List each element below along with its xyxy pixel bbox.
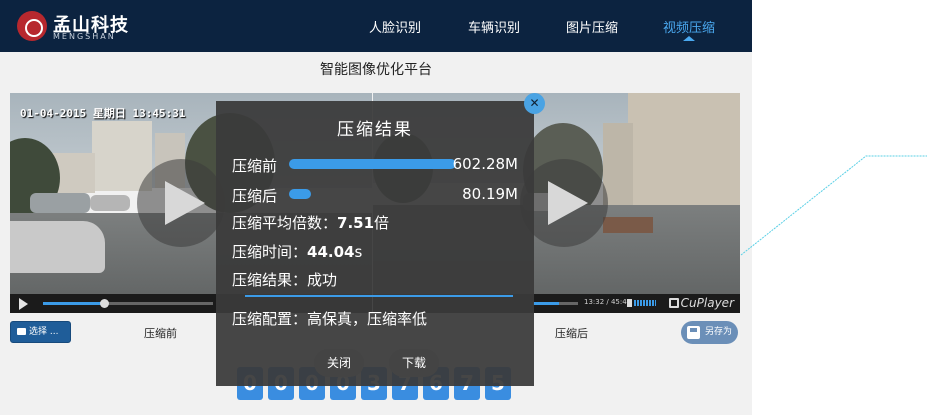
callout-line bbox=[740, 155, 927, 256]
screenshot-stage: 孟山科技 MENGSHAN 人脸识别 车辆识别 图片压缩 视频压缩 智能图像优化… bbox=[0, 0, 927, 415]
